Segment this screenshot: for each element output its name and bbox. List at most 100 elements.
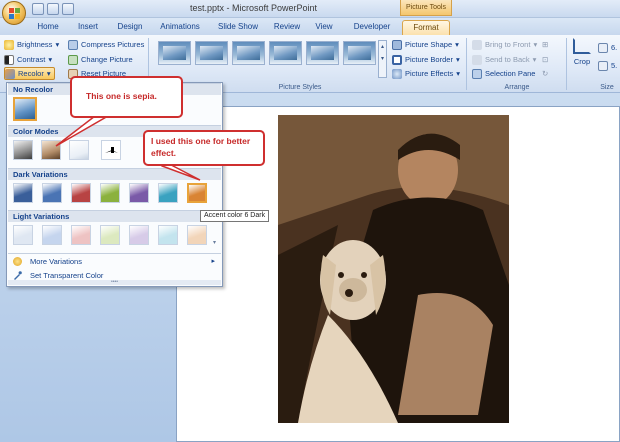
tab-view[interactable]: View	[310, 20, 338, 35]
chevron-down-icon: ▾	[48, 55, 53, 64]
width-value[interactable]: 5.	[611, 59, 617, 72]
photo-illustration	[278, 115, 509, 423]
picture-border-label: Picture Border	[405, 55, 453, 64]
washout-swatch[interactable]	[69, 140, 89, 160]
picture-border-icon	[392, 54, 402, 65]
picture-effects-label: Picture Effects	[405, 69, 454, 78]
width-icon	[598, 60, 608, 71]
chevron-down-icon: ▾	[455, 40, 459, 49]
tab-slide-show[interactable]: Slide Show	[212, 20, 264, 35]
arrange-group-label: Arrange	[504, 84, 530, 91]
light-variation-swatch[interactable]	[13, 225, 33, 245]
picture-shape-label: Picture Shape	[405, 40, 453, 49]
ribbon-tabs: Home Insert Design Animations Slide Show…	[0, 18, 620, 35]
picture-style-thumbnail[interactable]	[343, 41, 376, 65]
office-logo-icon	[9, 8, 20, 19]
bring-to-front-icon	[472, 39, 482, 50]
recolor-icon	[5, 68, 15, 79]
light-variation-swatch[interactable]	[158, 225, 178, 245]
picture-effects-button[interactable]: Picture Effects ▾	[392, 67, 460, 80]
resize-grip[interactable]: ••••	[8, 280, 221, 285]
window-title: test.pptx - Microsoft PowerPoint	[190, 3, 318, 13]
sepia-swatch[interactable]	[41, 140, 61, 160]
send-to-back-label: Send to Back	[485, 55, 530, 64]
redo-icon[interactable]	[62, 3, 74, 15]
menu-divider	[8, 253, 221, 254]
dark-variation-swatch[interactable]	[187, 183, 207, 203]
office-button[interactable]	[2, 1, 26, 25]
rotate-icon[interactable]: ↻	[542, 67, 548, 80]
light-variation-swatch[interactable]	[187, 225, 207, 245]
group-icon[interactable]: ⊡	[542, 53, 548, 66]
tab-animations[interactable]: Animations	[156, 20, 204, 35]
selection-pane-button[interactable]: Selection Pane	[472, 67, 535, 80]
black-and-white-swatch[interactable]	[101, 140, 121, 160]
grayscale-swatch[interactable]	[13, 140, 33, 160]
compress-pictures-button[interactable]: Compress Pictures	[68, 38, 144, 51]
chevron-down-icon: ▾	[532, 55, 537, 64]
tab-review[interactable]: Review	[270, 20, 304, 35]
picture-style-thumbnail[interactable]	[232, 41, 265, 65]
change-picture-icon	[68, 54, 78, 65]
chevron-down-icon: ▾	[46, 69, 51, 78]
tab-design[interactable]: Design	[112, 20, 148, 35]
height-value[interactable]: 6.	[611, 41, 617, 54]
more-variations-menu-item[interactable]: More Variations ▸	[8, 255, 221, 268]
tab-developer[interactable]: Developer	[348, 20, 396, 35]
dark-variation-swatch[interactable]	[42, 183, 62, 203]
picture-style-thumbnail[interactable]	[158, 41, 191, 65]
picture-style-thumbnail[interactable]	[269, 41, 302, 65]
gallery-scroll[interactable]: ▴ ▾	[378, 40, 387, 78]
title-bar: test.pptx - Microsoft PowerPoint Picture…	[0, 0, 620, 18]
dark-variation-swatch[interactable]	[13, 183, 33, 203]
dark-variations-heading: Dark Variations	[8, 168, 221, 180]
picture-style-thumbnail[interactable]	[306, 41, 339, 65]
picture-shape-button[interactable]: Picture Shape ▾	[392, 38, 459, 51]
bring-to-front-button[interactable]: Bring to Front ▾	[472, 38, 537, 51]
dark-variation-swatch[interactable]	[129, 183, 149, 203]
tab-format[interactable]: Format	[402, 20, 450, 35]
selection-pane-icon	[472, 68, 482, 79]
compress-icon	[68, 39, 78, 50]
crop-button[interactable]: Crop	[570, 38, 594, 78]
chevron-down-icon: ▾	[55, 40, 60, 49]
brightness-button[interactable]: Brightness ▾	[4, 38, 59, 51]
bring-to-front-label: Bring to Front	[485, 40, 531, 49]
chevron-right-icon: ▸	[211, 258, 215, 265]
change-picture-button[interactable]: Change Picture	[68, 53, 133, 66]
sepia-callout: This one is sepia.	[70, 76, 183, 118]
save-icon[interactable]	[32, 3, 44, 15]
dark-variation-swatch[interactable]	[100, 183, 120, 203]
contrast-button[interactable]: Contrast ▾	[4, 53, 52, 66]
tab-insert[interactable]: Insert	[72, 20, 104, 35]
recolor-button[interactable]: Recolor ▾	[4, 67, 55, 80]
picture-border-button[interactable]: Picture Border ▾	[392, 53, 460, 66]
contrast-label: Contrast	[17, 55, 46, 64]
light-variation-swatch[interactable]	[71, 225, 91, 245]
chevron-down-icon: ▾	[455, 55, 460, 64]
light-variation-swatch[interactable]	[129, 225, 149, 245]
dark-variation-swatch[interactable]	[71, 183, 91, 203]
send-to-back-button[interactable]: Send to Back ▾	[472, 53, 536, 66]
send-to-back-icon	[472, 54, 482, 65]
tab-home[interactable]: Home	[32, 20, 64, 35]
height-icon	[598, 42, 608, 53]
sepia-photo[interactable]	[278, 115, 509, 423]
light-variation-swatch[interactable]	[100, 225, 120, 245]
picture-tools-context-label: Picture Tools	[400, 0, 452, 16]
dark-variation-swatch[interactable]	[158, 183, 178, 203]
shape-width-field[interactable]: 5.	[598, 59, 617, 72]
size-group-label: Size	[600, 84, 614, 91]
no-recolor-swatch[interactable]	[13, 97, 37, 121]
picture-style-thumbnail[interactable]	[195, 41, 228, 65]
shape-height-field[interactable]: 6.	[598, 41, 617, 54]
gallery-scroll-down-icon[interactable]: ▾	[213, 239, 216, 246]
chevron-down-icon: ▾	[533, 40, 538, 49]
align-icon[interactable]: ⊞	[542, 38, 548, 51]
compress-label: Compress Pictures	[81, 40, 145, 49]
undo-icon[interactable]	[47, 3, 59, 15]
eyedropper-icon	[13, 271, 22, 280]
light-variation-swatch[interactable]	[42, 225, 62, 245]
palette-icon	[13, 257, 22, 266]
picture-effects-icon	[392, 68, 402, 79]
